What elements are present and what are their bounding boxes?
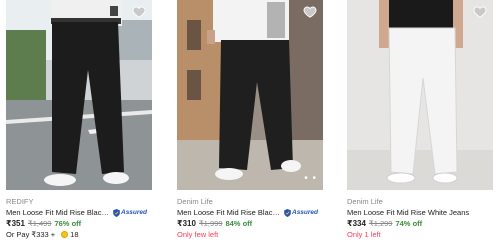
- product-image[interactable]: • •: [177, 0, 323, 190]
- product-info: REDIFY Men Loose Fit Mid Rise Black Je..…: [6, 196, 156, 240]
- heart-icon[interactable]: [132, 5, 146, 19]
- product-brand: REDIFY: [6, 197, 34, 206]
- assured-label: Assured: [121, 209, 148, 216]
- product-image[interactable]: [347, 0, 493, 190]
- product-mrp: ₹1,299: [368, 219, 393, 228]
- product-mrp: ₹1,499: [27, 219, 52, 228]
- supercoin-icon: [61, 231, 69, 238]
- coin-offer: Or Pay ₹333 + 18: [6, 229, 156, 240]
- product-brand: Denim Life: [347, 197, 383, 206]
- product-discount: 84% off: [225, 219, 253, 228]
- shield-icon: [113, 208, 120, 217]
- product-title[interactable]: Men Loose Fit Mid Rise White Jeans: [347, 207, 469, 218]
- product-card[interactable]: Denim Life Men Loose Fit Mid Rise White …: [341, 0, 493, 249]
- stock-note: Only 1 left: [347, 230, 381, 239]
- product-price: ₹310: [177, 219, 196, 228]
- image-carousel-dots[interactable]: • •: [304, 173, 317, 184]
- product-discount: 74% off: [395, 219, 423, 228]
- heart-icon[interactable]: [473, 5, 487, 19]
- coin-count: 18: [70, 230, 79, 239]
- product-card[interactable]: REDIFY Men Loose Fit Mid Rise Black Je..…: [0, 0, 152, 249]
- shield-icon: [284, 208, 291, 217]
- heart-icon[interactable]: [303, 5, 317, 19]
- product-discount: 76% off: [54, 219, 82, 228]
- product-brand: Denim Life: [177, 197, 213, 206]
- product-mrp: ₹1,999: [198, 219, 223, 228]
- stock-note: Only few left: [177, 230, 219, 239]
- assured-badge: Assured: [113, 207, 147, 218]
- assured-badge: Assured: [284, 207, 318, 218]
- product-info: Denim Life Men Loose Fit Mid Rise White …: [347, 196, 497, 240]
- product-info: Denim Life Men Loose Fit Mid Rise Black …: [177, 196, 327, 240]
- product-image[interactable]: [6, 0, 152, 190]
- product-title[interactable]: Men Loose Fit Mid Rise Black Je...: [6, 207, 111, 218]
- assured-label: Assured: [292, 209, 319, 216]
- product-price: ₹351: [6, 219, 25, 228]
- product-title[interactable]: Men Loose Fit Mid Rise Black Je...: [177, 207, 282, 218]
- product-price: ₹334: [347, 219, 366, 228]
- coin-offer-text: Or Pay ₹333 +: [6, 230, 56, 239]
- product-card[interactable]: • • Denim Life Men Loose Fit Mid Rise Bl…: [171, 0, 323, 249]
